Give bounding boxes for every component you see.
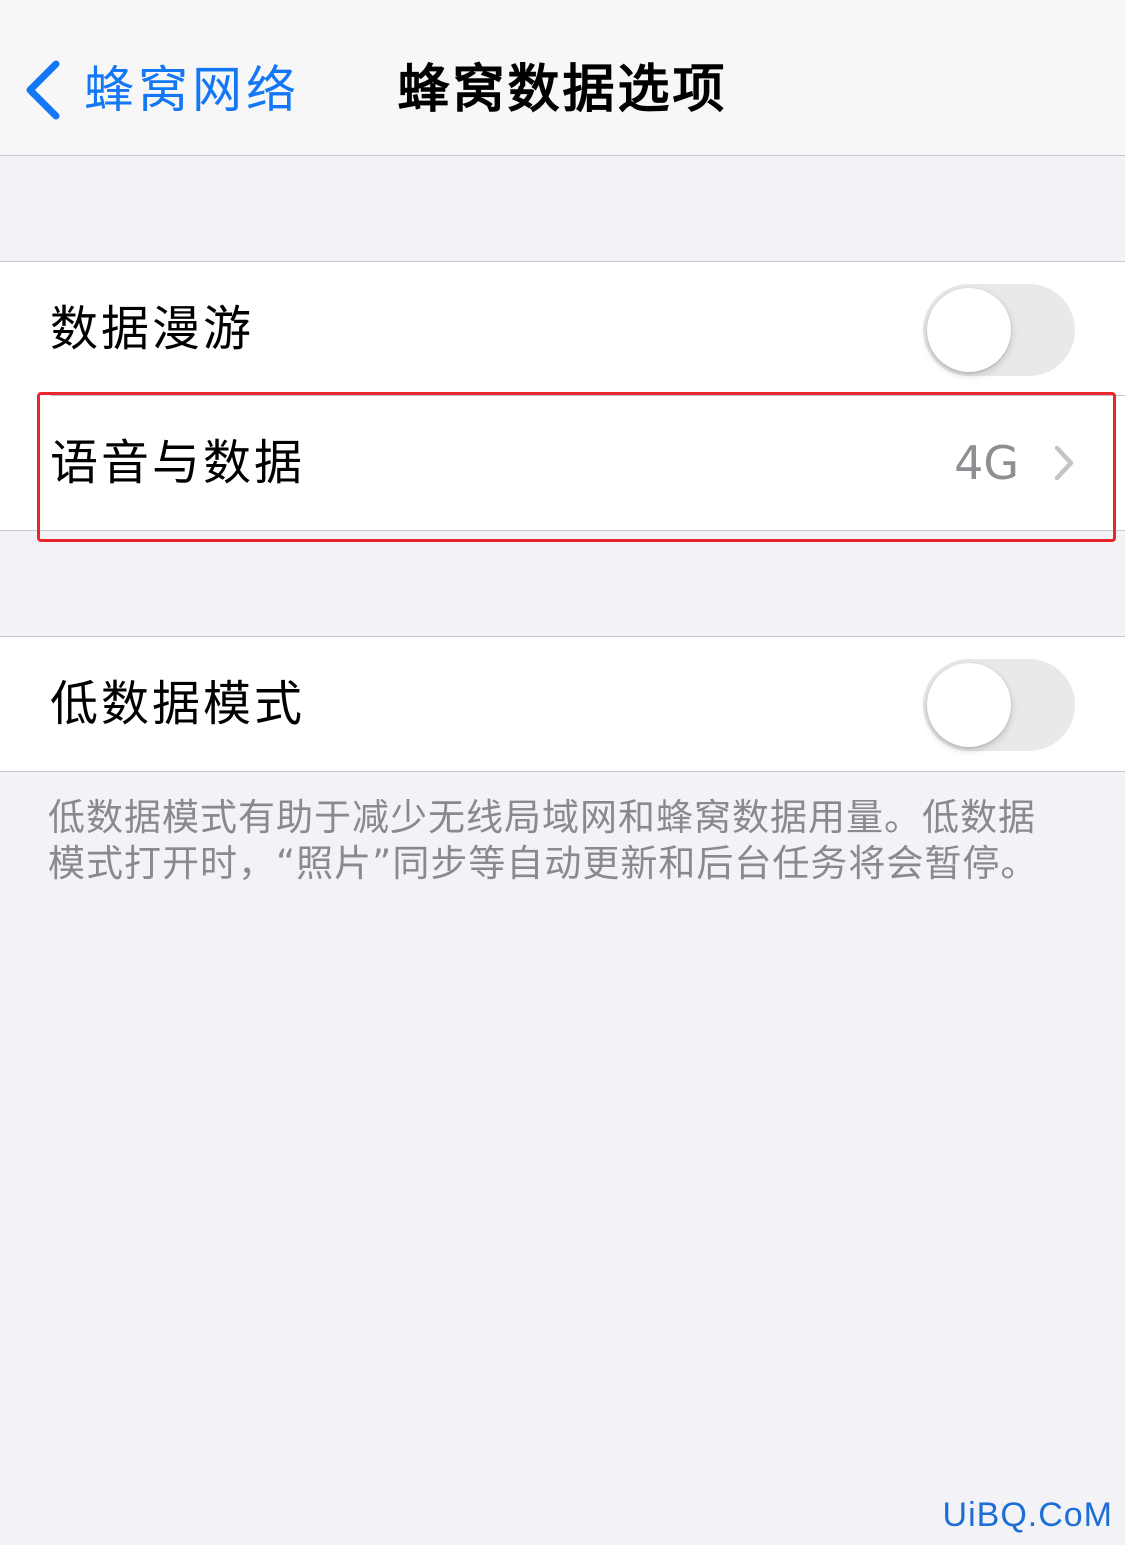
toggle-knob: [927, 288, 1011, 372]
data-roaming-toggle[interactable]: [923, 284, 1075, 376]
voice-data-value: 4G: [954, 436, 1019, 490]
watermark: UiBQ.CoM: [942, 1496, 1113, 1534]
low-data-mode-description: 低数据模式有助于减少无线局域网和蜂窝数据用量。低数据模式打开时，“照片”同步等自…: [48, 796, 1039, 885]
low-data-mode-toggle[interactable]: [923, 659, 1075, 751]
row-data-roaming: 数据漫游: [0, 262, 1125, 396]
row-voice-and-data[interactable]: 语音与数据 4G: [0, 396, 1125, 530]
toggle-knob: [927, 663, 1011, 747]
chevron-right-icon: [1053, 445, 1075, 481]
row-label: 语音与数据: [50, 435, 306, 491]
row-label: 低数据模式: [50, 676, 306, 732]
row-label: 数据漫游: [50, 301, 255, 357]
page-title: 蜂窝数据选项: [397, 60, 728, 120]
navigation-bar: 蜂窝网络 蜂窝数据选项: [0, 0, 1125, 156]
settings-group-low-data: 低数据模式: [0, 636, 1125, 772]
settings-group-roaming: 数据漫游 语音与数据 4G: [0, 261, 1125, 531]
row-low-data-mode: 低数据模式: [0, 637, 1125, 771]
